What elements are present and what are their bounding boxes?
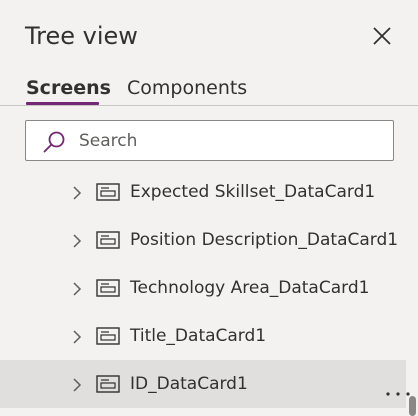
chevron-right-icon[interactable] [72,329,82,344]
tree-list: Expected Skillset_DataCard1 Position Des… [0,168,418,416]
tab-screens[interactable]: Screens [26,75,111,101]
tree-item[interactable]: Position Description_DataCard1 [0,216,406,264]
tree-item[interactable]: Title_DataCard1 [0,312,406,360]
tree-item[interactable]: Expected Skillset_DataCard1 [0,168,406,216]
tree-item[interactable]: Technology Area_DataCard1 [0,264,406,312]
tree-item-label: Position Description_DataCard1 [130,230,399,250]
close-icon[interactable] [371,25,393,47]
panel-title: Tree view [25,22,138,50]
chevron-right-icon[interactable] [72,233,82,248]
datacard-icon [96,231,120,249]
datacard-icon [96,375,120,393]
tree-item-label: Title_DataCard1 [130,326,267,346]
tree-view-header: Tree view [0,0,418,70]
search-box[interactable] [25,120,394,161]
tab-components[interactable]: Components [127,75,247,101]
tree-item-label: ID_DataCard1 [130,374,248,394]
chevron-right-icon[interactable] [72,185,82,200]
search-icon [42,130,66,154]
datacard-icon [96,183,120,201]
datacard-icon [96,279,120,297]
search-input[interactable] [79,121,379,160]
scrollbar-thumb[interactable] [409,396,416,416]
tabs-divider [0,105,418,106]
tree-item-selected[interactable]: ID_DataCard1 [0,360,410,408]
tree-scrollbar[interactable] [407,168,418,416]
chevron-right-icon[interactable] [72,281,82,296]
chevron-right-icon[interactable] [72,377,82,392]
tree-item-label: Technology Area_DataCard1 [130,278,370,298]
datacard-icon [96,327,120,345]
tab-bar: Screens Components [0,72,418,106]
tree-item-label: Expected Skillset_DataCard1 [130,182,376,202]
